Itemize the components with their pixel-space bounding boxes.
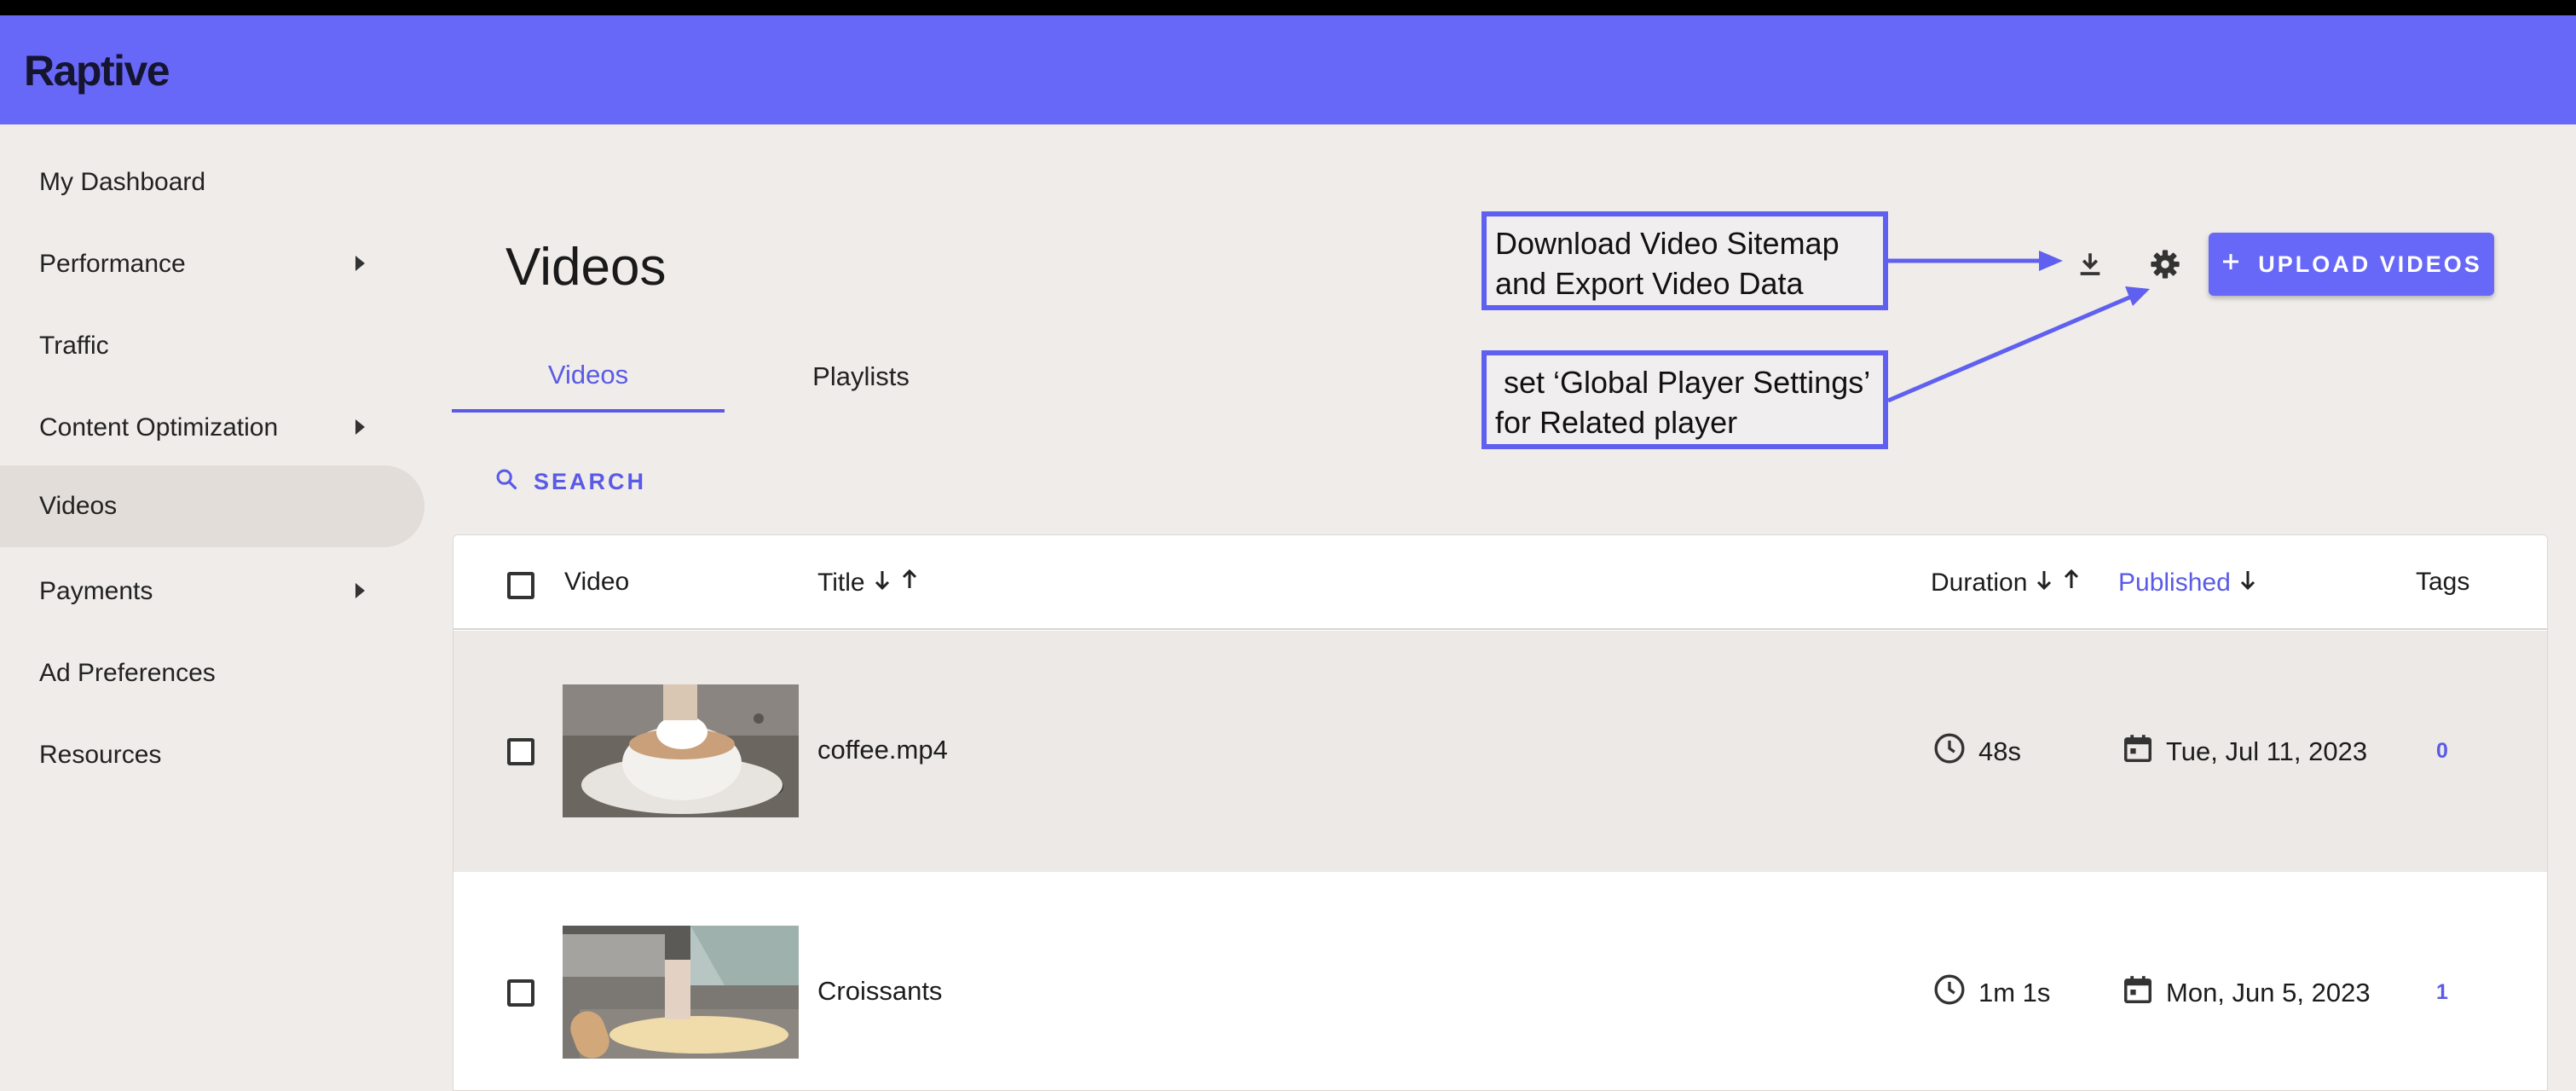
column-header-label: Title — [817, 569, 865, 597]
video-duration: 48s — [1932, 731, 2021, 772]
sidebar-item-resources[interactable]: Resources — [0, 714, 425, 796]
search-button[interactable]: SEARCH — [494, 467, 646, 497]
sidebar-item-traffic[interactable]: Traffic — [0, 305, 425, 387]
gear-icon — [2149, 248, 2181, 285]
sidebar-item-performance[interactable]: Performance — [0, 223, 425, 305]
search-icon — [494, 467, 518, 497]
raptive-logo[interactable]: Raptive — [24, 46, 170, 95]
sidebar-item-label: Traffic — [39, 332, 109, 360]
column-header-label: Duration — [1931, 569, 2028, 597]
sidebar-item-ad-preferences[interactable]: Ad Preferences — [0, 632, 425, 714]
arrow-to-settings — [1887, 292, 2136, 403]
chevron-right-icon — [355, 583, 365, 598]
calendar-icon — [2122, 731, 2154, 772]
videos-table: Video Title Duration Published Tags coff… — [453, 534, 2548, 1091]
column-header-duration[interactable]: Duration — [1931, 568, 2082, 598]
sidebar-item-label: Ad Preferences — [39, 659, 216, 687]
callout-download-sitemap: Download Video Sitemap and Export Video … — [1481, 211, 1888, 310]
table-header: Video Title Duration Published Tags — [453, 535, 2547, 630]
row-checkbox[interactable] — [507, 738, 534, 765]
sidebar-item-label: My Dashboard — [39, 168, 206, 196]
duration-value: 1m 1s — [1978, 978, 2051, 1007]
arrow-to-download-head — [2039, 251, 2063, 271]
sidebar-item-label: Resources — [39, 741, 162, 769]
tab-label: Playlists — [812, 361, 910, 391]
arrow-up-icon[interactable] — [899, 568, 920, 598]
chevron-right-icon — [355, 256, 365, 271]
settings-button[interactable] — [2140, 240, 2191, 292]
arrow-down-icon[interactable] — [872, 568, 892, 598]
video-title[interactable]: coffee.mp4 — [817, 735, 948, 765]
arrow-up-icon[interactable] — [2061, 568, 2082, 598]
select-all-checkbox[interactable] — [507, 572, 534, 599]
top-strip — [0, 0, 2576, 15]
tab-label: Videos — [547, 360, 629, 390]
sidebar-item-label: Performance — [39, 250, 186, 278]
sidebar: My Dashboard Performance Traffic Content… — [0, 124, 426, 1091]
search-label: SEARCH — [534, 469, 647, 494]
video-published: Tue, Jul 11, 2023 — [2122, 731, 2367, 772]
upload-videos-button[interactable]: UPLOAD VIDEOS — [2209, 233, 2494, 296]
clock-icon — [1932, 973, 1967, 1013]
column-header-video: Video — [564, 568, 629, 597]
column-header-published[interactable]: Published — [2118, 568, 2258, 598]
video-published: Mon, Jun 5, 2023 — [2122, 973, 2371, 1013]
sidebar-item-label: Content Optimization — [39, 413, 279, 442]
published-value: Mon, Jun 5, 2023 — [2166, 978, 2371, 1007]
column-header-label: Video — [564, 568, 630, 596]
app-header: Raptive — [0, 15, 2576, 124]
column-header-label: Published — [2118, 569, 2231, 597]
sidebar-item-content-optimization[interactable]: Content Optimization — [0, 387, 425, 469]
video-title[interactable]: Croissants — [817, 976, 942, 1007]
tab-playlists[interactable]: Playlists — [725, 341, 997, 413]
table-row[interactable]: Croissants 1m 1s Mon, Jun 5, 2023 1 — [453, 872, 2547, 1090]
duration-value: 48s — [1978, 736, 2021, 766]
video-duration: 1m 1s — [1932, 973, 2050, 1013]
calendar-icon — [2122, 973, 2154, 1013]
tag-count[interactable]: 0 — [2436, 739, 2448, 764]
download-button[interactable] — [2065, 240, 2116, 292]
column-header-title[interactable]: Title — [817, 568, 920, 598]
row-checkbox[interactable] — [507, 979, 534, 1007]
plus-icon — [2221, 251, 2241, 278]
column-header-label: Tags — [2416, 568, 2470, 596]
video-thumbnail[interactable] — [563, 926, 799, 1059]
sidebar-item-payments[interactable]: Payments — [0, 551, 425, 632]
video-thumbnail[interactable] — [563, 684, 799, 817]
published-value: Tue, Jul 11, 2023 — [2166, 736, 2368, 766]
column-header-tags: Tags — [2416, 568, 2469, 597]
tag-count[interactable]: 1 — [2436, 980, 2448, 1005]
sidebar-item-label: Videos — [39, 492, 118, 520]
sidebar-item-label: Payments — [39, 577, 153, 605]
chevron-right-icon — [355, 419, 365, 435]
tab-videos[interactable]: Videos — [452, 341, 725, 413]
page-title: Videos — [505, 238, 667, 297]
arrow-down-icon[interactable] — [2034, 568, 2054, 598]
callout-global-player-settings: set ‘Global Player Settings’ for Related… — [1481, 350, 1888, 449]
download-icon — [2076, 250, 2105, 283]
sidebar-item-my-dashboard[interactable]: My Dashboard — [0, 141, 425, 223]
clock-icon — [1932, 731, 1967, 772]
upload-videos-label: UPLOAD VIDEOS — [2258, 251, 2482, 277]
arrow-down-icon[interactable] — [2238, 568, 2258, 598]
table-row[interactable]: coffee.mp4 48s Tue, Jul 11, 2023 0 — [453, 631, 2547, 872]
sidebar-item-videos[interactable]: Videos — [0, 465, 425, 547]
